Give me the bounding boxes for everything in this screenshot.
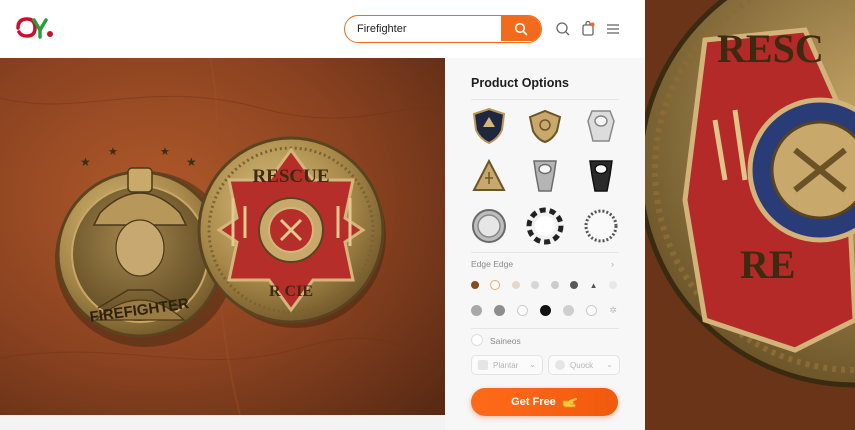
menu-icon[interactable]: [605, 21, 621, 37]
material-select-value: Plantar: [493, 360, 519, 370]
quantity-select-value: Quock: [570, 360, 594, 370]
triangle-icon: [472, 158, 506, 191]
person-icon[interactable]: ▲: [590, 281, 598, 290]
shape-option-spinner-edge[interactable]: [525, 206, 565, 246]
sparkle-icon[interactable]: ✲: [609, 305, 617, 316]
color-swatch[interactable]: [531, 281, 540, 289]
color-swatch[interactable]: [608, 281, 617, 289]
rope-edge-icon: [584, 209, 618, 243]
bottle-opener-icon: [589, 160, 613, 192]
search-icon[interactable]: [555, 21, 571, 37]
spinner-edge-icon: [526, 207, 564, 245]
finish-swatch[interactable]: [517, 305, 529, 316]
brand-logo[interactable]: [14, 14, 56, 42]
quantity-icon: [555, 360, 565, 370]
edge-label: Edge Edge: [471, 259, 514, 269]
zoom-top-text: RESC: [717, 26, 824, 71]
svg-text:★: ★: [80, 155, 91, 169]
size-label: Saineos: [490, 336, 521, 346]
finish-swatch[interactable]: [563, 305, 575, 316]
color-swatch[interactable]: [511, 281, 520, 289]
color-swatch[interactable]: [490, 280, 501, 290]
product-options-panel: Product Options Edge Edge › ▲ ✲ Saineos …: [445, 58, 645, 430]
round-edge-icon: [472, 209, 506, 243]
search-icon: [514, 22, 528, 35]
material-select[interactable]: Plantar ⌄: [471, 355, 543, 375]
shape-option-bottle-opener[interactable]: [581, 106, 621, 146]
finish-swatch[interactable]: [586, 305, 598, 316]
finish-swatch[interactable]: [494, 305, 506, 316]
chevron-down-icon: ⌄: [606, 360, 613, 369]
material-icon: [478, 360, 488, 370]
shape-option-bottle-opener-black[interactable]: [581, 156, 621, 196]
coin-right-top-text: RESCUE: [252, 166, 329, 187]
search-input[interactable]: [345, 16, 503, 41]
shape-option-bottle-opener-silver[interactable]: [525, 156, 565, 196]
shape-option-crest[interactable]: [525, 106, 565, 146]
color-swatch[interactable]: [471, 281, 479, 289]
chevron-down-icon: ⌄: [529, 360, 536, 369]
color-swatch[interactable]: [550, 281, 559, 289]
divider: [471, 99, 619, 100]
color-swatch-row: ▲: [471, 280, 617, 290]
shield-icon: [472, 107, 506, 145]
shape-option-shield[interactable]: [469, 106, 509, 146]
svg-text:★: ★: [160, 146, 170, 158]
shape-option-triangle[interactable]: [469, 156, 509, 196]
cart-icon[interactable]: [580, 20, 596, 37]
finish-swatch-row: ✲: [471, 305, 617, 316]
pointing-hand-icon: [562, 397, 577, 408]
zoom-bottom-text: RE: [740, 242, 796, 287]
divider: [471, 328, 619, 329]
get-free-button[interactable]: Get Free: [471, 388, 618, 416]
svg-text:★: ★: [108, 146, 118, 158]
product-detail-zoom-image: RESC RE: [645, 0, 855, 430]
search-button[interactable]: [501, 16, 541, 41]
site-header: [0, 0, 645, 58]
shape-option-rope-edge[interactable]: [581, 206, 621, 246]
bottle-opener-icon: [587, 110, 615, 142]
quantity-select[interactable]: Quock ⌄: [548, 355, 620, 375]
color-swatch[interactable]: [570, 281, 579, 289]
finish-swatch[interactable]: [540, 305, 552, 316]
panel-title: Product Options: [471, 76, 569, 90]
get-free-label: Get Free: [511, 396, 556, 408]
search-bar: [344, 15, 542, 43]
crest-icon: [528, 109, 562, 144]
divider: [471, 252, 619, 253]
chevron-right-icon[interactable]: ›: [611, 259, 614, 269]
shape-option-round-edge[interactable]: [469, 206, 509, 246]
svg-text:★: ★: [186, 155, 197, 169]
coin-right-bottom-text: R CIE: [269, 283, 313, 300]
bottle-opener-icon: [533, 160, 557, 192]
product-hero-image: ★ ★ ★ ★ FIREFIGHTER RESCUE R CIE: [0, 58, 445, 415]
shape-grid: [469, 106, 621, 246]
finish-swatch[interactable]: [471, 305, 482, 316]
size-radio[interactable]: [471, 334, 483, 346]
